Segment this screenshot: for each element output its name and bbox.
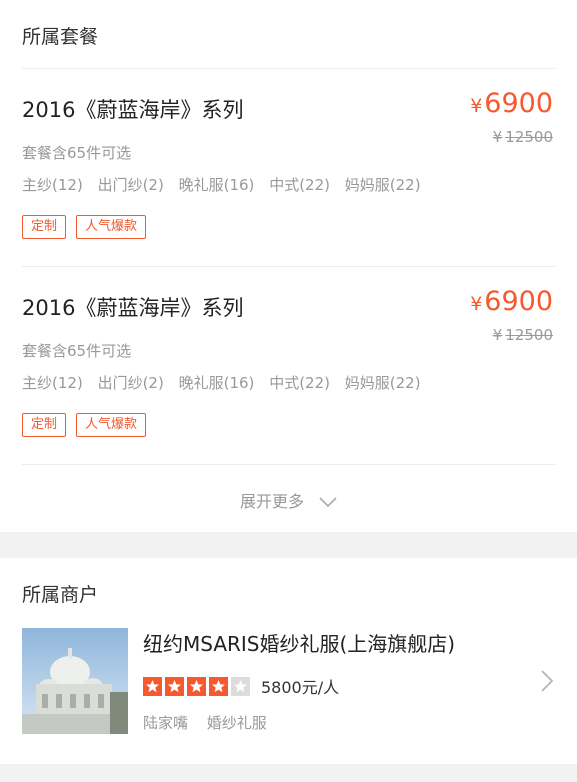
star-filled-icon (187, 676, 206, 696)
expand-more-label: 展开更多 (239, 492, 304, 511)
package-name: 2016《蔚蓝海岸》系列 (22, 296, 244, 320)
shop-thumbnail[interactable] (22, 628, 128, 734)
currency-symbol: ¥ (470, 293, 483, 315)
package-price: ¥6900 (470, 286, 553, 317)
package-contents: 主纱(12) 出门纱(2) 晚礼服(16) 中式(22) 妈妈服(22) (22, 372, 431, 393)
shop-category: 婚纱礼服 (206, 714, 267, 732)
average-price: 5800元/人 (261, 678, 340, 697)
package-price: ¥6900 (470, 88, 553, 119)
package-card[interactable]: 2016《蔚蓝海岸》系列 ¥6900 ¥12500 套餐含65件可选 主纱(12… (0, 70, 577, 270)
tag-custom: 定制 (22, 413, 67, 437)
divider (22, 464, 555, 465)
package-contents: 主纱(12) 出门纱(2) 晚礼服(16) 中式(22) 妈妈服(22) (22, 174, 431, 195)
currency-symbol: ¥ (492, 326, 503, 344)
shop-district: 陆家嘴 (143, 714, 189, 732)
package-content-item: 中式(22) (269, 374, 330, 392)
package-name: 2016《蔚蓝海岸》系列 (22, 98, 244, 122)
package-content-item: 妈妈服(22) (344, 176, 421, 194)
section-title-merchant: 所属商户 (22, 584, 99, 606)
package-subtitle: 套餐含65件可选 (22, 342, 132, 360)
package-content-item: 出门纱(2) (97, 176, 164, 194)
original-price: ¥12500 (493, 128, 553, 146)
package-content-item: 主纱(12) (22, 176, 83, 194)
star-empty-icon (231, 676, 250, 696)
price-value: 6900 (484, 88, 553, 119)
tag-popular: 人气爆款 (76, 413, 147, 437)
currency-symbol: ¥ (492, 128, 503, 146)
shop-name[interactable]: 纽约MSARIS婚纱礼服(上海旗舰店) (143, 628, 455, 657)
package-content-item: 主纱(12) (22, 374, 83, 392)
chevron-right-icon[interactable] (541, 670, 554, 696)
divider (22, 68, 555, 69)
tag-custom: 定制 (22, 215, 67, 239)
package-card[interactable]: 2016《蔚蓝海岸》系列 ¥6900 ¥12500 套餐含65件可选 主纱(12… (0, 268, 577, 468)
package-tags: 定制 人气爆款 (22, 413, 147, 437)
currency-symbol: ¥ (470, 95, 483, 117)
star-filled-icon (209, 676, 228, 696)
chevron-down-icon (319, 493, 337, 512)
star-filled-icon (143, 676, 162, 696)
package-subtitle: 套餐含65件可选 (22, 144, 132, 162)
divider (22, 266, 555, 267)
package-content-item: 晚礼服(16) (178, 374, 255, 392)
package-content-item: 妈妈服(22) (344, 374, 421, 392)
expand-more-button[interactable]: 展开更多 (0, 488, 577, 512)
merchant-section: 所属商户 纽约MSARIS婚纱礼服(上海旗舰店) 5800元/人 陆家嘴 婚纱礼… (0, 558, 577, 764)
price-value: 6900 (484, 286, 553, 317)
package-content-item: 出门纱(2) (97, 374, 164, 392)
package-content-item: 中式(22) (269, 176, 330, 194)
package-tags: 定制 人气爆款 (22, 215, 147, 239)
original-price-value: 12500 (505, 326, 553, 344)
star-filled-icon (165, 676, 184, 696)
package-section: 所属套餐 2016《蔚蓝海岸》系列 ¥6900 ¥12500 套餐含65件可选 … (0, 0, 577, 532)
original-price-value: 12500 (505, 128, 553, 146)
shop-meta: 陆家嘴 婚纱礼服 (143, 712, 281, 733)
original-price: ¥12500 (493, 326, 553, 344)
section-title-packages: 所属套餐 (22, 26, 99, 48)
shop-rating: 5800元/人 (143, 674, 339, 698)
package-content-item: 晚礼服(16) (178, 176, 255, 194)
tag-popular: 人气爆款 (76, 215, 147, 239)
